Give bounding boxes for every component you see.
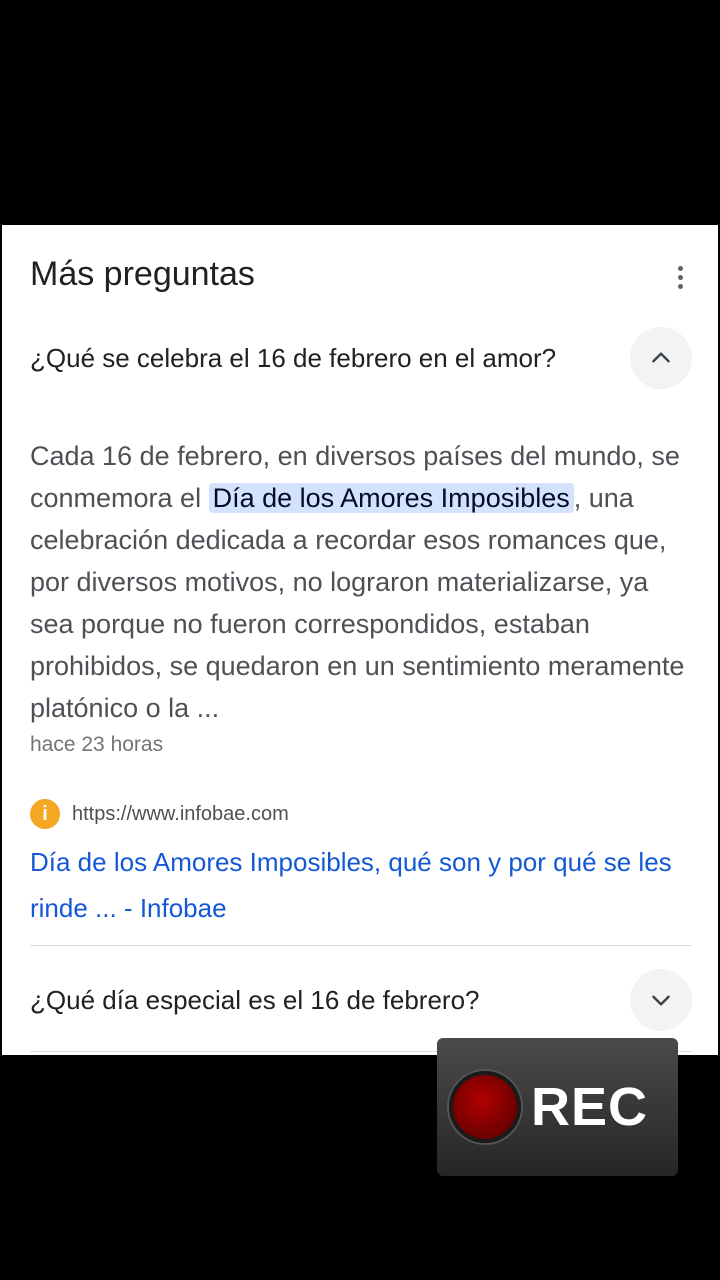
answer-highlight: Día de los Amores Imposibles bbox=[208, 483, 574, 513]
card-header: Más preguntas bbox=[2, 225, 718, 325]
source-row[interactable]: i https://www.infobae.com bbox=[30, 799, 289, 829]
more-questions-card: Más preguntas ¿Qué se celebra el 16 de f… bbox=[2, 225, 718, 1055]
answer-timestamp: hace 23 horas bbox=[30, 733, 164, 756]
expand-button[interactable] bbox=[630, 969, 692, 1031]
divider bbox=[30, 945, 692, 946]
result-link[interactable]: Día de los Amores Imposibles, qué son y … bbox=[30, 839, 695, 931]
record-dot-icon bbox=[449, 1071, 521, 1143]
question-text: ¿Qué día especial es el 16 de febrero? bbox=[30, 984, 480, 1015]
question-text: ¿Qué se celebra el 16 de febrero en el a… bbox=[30, 342, 557, 373]
chevron-up-icon bbox=[652, 352, 670, 363]
question-row-2[interactable]: ¿Qué día especial es el 16 de febrero? bbox=[30, 967, 692, 1033]
answer-text: Cada 16 de febrero, en diversos países d… bbox=[30, 435, 690, 729]
more-options-icon[interactable] bbox=[660, 257, 700, 297]
collapse-button[interactable] bbox=[630, 327, 692, 389]
infobae-favicon-icon: i bbox=[30, 799, 60, 829]
question-row-1[interactable]: ¿Qué se celebra el 16 de febrero en el a… bbox=[30, 325, 692, 391]
rec-label: REC bbox=[531, 1077, 649, 1137]
source-url[interactable]: https://www.infobae.com bbox=[72, 803, 289, 826]
answer-text-after: , una celebración dedicada a recordar es… bbox=[30, 483, 685, 723]
section-title: Más preguntas bbox=[30, 255, 255, 293]
chevron-down-icon bbox=[652, 995, 670, 1006]
recording-indicator: REC bbox=[437, 1038, 678, 1176]
